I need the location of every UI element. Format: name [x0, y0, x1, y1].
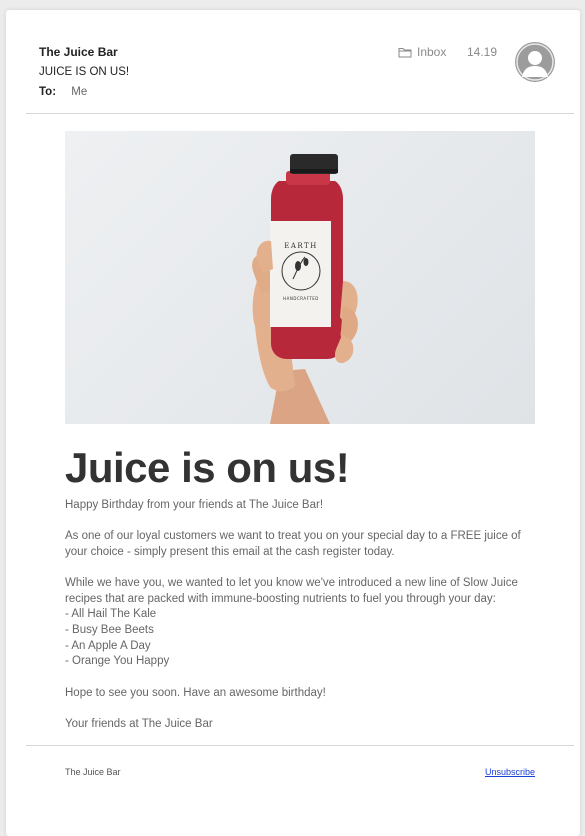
- list-item: - All Hail The Kale: [65, 608, 157, 621]
- folder-indicator[interactable]: Inbox: [398, 45, 446, 59]
- sender-name: The Juice Bar: [39, 45, 118, 59]
- avatar-placeholder-icon: [516, 43, 554, 81]
- email-card: The Juice Bar JUICE IS ON US! To: Me Inb…: [6, 10, 580, 836]
- list-item: - An Apple A Day: [65, 639, 151, 652]
- closing-line: Hope to see you soon. Have an awesome bi…: [65, 686, 326, 699]
- unsubscribe-link[interactable]: Unsubscribe: [485, 767, 535, 777]
- email-body: Happy Birthday from your friends at The …: [65, 498, 535, 748]
- to-label: To:: [39, 86, 57, 98]
- juice-list: - All Hail The Kale - Busy Bee Beets - A…: [65, 607, 535, 670]
- list-item: - Orange You Happy: [65, 655, 170, 668]
- avatar[interactable]: [515, 42, 555, 82]
- folder-icon: [398, 47, 412, 57]
- folder-label: Inbox: [417, 45, 447, 59]
- footer-company: The Juice Bar: [65, 767, 121, 777]
- hero-image: EARTH HANDCRAFTED: [65, 131, 535, 424]
- email-headline: Juice is on us!: [65, 444, 350, 491]
- signoff: Your friends at The Juice Bar: [65, 717, 213, 730]
- email-subject: JUICE IS ON US!: [39, 66, 130, 78]
- footer-divider: [26, 745, 574, 746]
- birthday-greeting: Happy Birthday from your friends at The …: [65, 499, 324, 511]
- header-divider: [26, 113, 574, 114]
- recipient-value: Me: [71, 86, 88, 98]
- bottle-brand-text: EARTH: [284, 242, 318, 250]
- juice-bottle-photo: EARTH HANDCRAFTED: [252, 154, 358, 424]
- new-line-intro: While we have you, we wanted to let you …: [65, 576, 518, 605]
- bottle-label-subtext: HANDCRAFTED: [283, 296, 319, 301]
- recipient-row: To: Me: [39, 86, 87, 98]
- offer-paragraph: As one of our loyal customers we want to…: [65, 530, 521, 558]
- list-item: - Busy Bee Beets: [65, 624, 154, 636]
- email-time: 14.19: [467, 45, 498, 59]
